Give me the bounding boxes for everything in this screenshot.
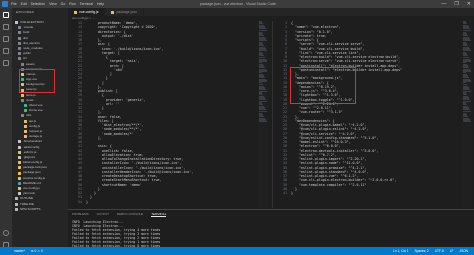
file-tree: VUE-ELECTRON .vscode build dist dist_electro…: [12, 20, 68, 212]
code-text: "vue-template-compiler": "^2.6.11": [291, 182, 367, 187]
menu-item[interactable]: Selection: [31, 0, 45, 8]
status-item[interactable]: Ln 1, Col 1: [393, 247, 408, 255]
code-text: }: [291, 191, 293, 195]
code-line: 41}: [273, 191, 474, 195]
file-icon: [18, 187, 21, 191]
source-control-icon[interactable]: [3, 36, 9, 42]
file-icon: [18, 192, 21, 196]
file-icon: [24, 119, 27, 123]
explorer-header: EXPLORER: [16, 10, 34, 14]
file-icon: [24, 104, 27, 108]
tab-label: package.json: [116, 10, 138, 14]
file-icon: [18, 26, 21, 30]
code-line: 54}: [68, 200, 271, 204]
menu-item[interactable]: Edit: [21, 0, 27, 8]
js-file-icon: [111, 10, 115, 14]
minimap-line: [259, 120, 267, 123]
window-title: package.json - vue-electron - Visual Stu…: [200, 2, 276, 6]
account-icon[interactable]: [3, 230, 9, 236]
file-icon: [21, 114, 24, 118]
minimap-right[interactable]: [462, 21, 472, 208]
highlight-box-tree: [19, 69, 55, 93]
status-item[interactable]: JSON: [459, 247, 468, 255]
file-icon: [18, 140, 21, 144]
file-icon: [18, 166, 21, 170]
tree-item-label: NPM SCRIPTS: [20, 206, 41, 211]
code-text: }: [86, 199, 88, 204]
file-icon: [24, 124, 27, 128]
menu-item[interactable]: Help: [97, 0, 104, 8]
file-icon: [15, 202, 18, 206]
extensions-icon[interactable]: [3, 60, 9, 66]
editor-left-pane[interactable]: 12 productName: 'demo', 13 copyright: 'Co…: [68, 21, 271, 208]
file-icon: [18, 171, 21, 175]
status-bar: master* ⊗ 0 ⚠ 0 Ln 1, Col 1 Spaces: 2 UTF-8…: [0, 247, 474, 255]
file-icon: [21, 62, 24, 66]
file-icon: [18, 176, 21, 180]
js-file-icon: [74, 10, 77, 14]
explorer-icon[interactable]: [3, 12, 9, 18]
tab-label: vue.config.js: [79, 10, 99, 14]
tree-item[interactable]: NPM SCRIPTS: [12, 207, 68, 212]
file-icon: [18, 31, 21, 35]
panel-tabs: PROBLEMS OUTPUT DEBUG CONSOLE TERMINAL: [68, 210, 474, 219]
menu-item[interactable]: Go: [61, 0, 66, 8]
file-icon: [18, 150, 21, 154]
status-item[interactable]: ⊗ 0 ⚠ 0: [31, 247, 43, 255]
panel-tab[interactable]: OUTPUT: [97, 212, 109, 217]
editor-tabs: vue.config.js package.json: [68, 8, 474, 16]
status-item[interactable]: master*: [14, 247, 25, 255]
editor-tab[interactable]: vue.config.js: [68, 8, 106, 16]
file-icon: [18, 47, 21, 51]
line-number: 41: [283, 191, 287, 195]
file-icon: [18, 145, 21, 149]
title-bar: File Edit Selection View Go Run Terminal Help p…: [0, 0, 474, 8]
panel-tab[interactable]: PROBLEMS: [72, 212, 89, 217]
file-icon: [24, 130, 27, 134]
menu-item[interactable]: File: [11, 0, 17, 8]
menu-item[interactable]: View: [49, 0, 57, 8]
bottom-panel: PROBLEMS OUTPUT DEBUG CONSOLE TERMINAL INFO…: [68, 209, 474, 252]
activity-bar: [0, 8, 12, 255]
status-item[interactable]: Spaces: 2: [415, 247, 429, 255]
code-text: ],: [86, 135, 102, 140]
maximize-button[interactable]: ❐: [454, 0, 458, 8]
editor-tab[interactable]: package.json: [105, 8, 145, 16]
file-icon: [24, 109, 27, 113]
editor-right-pane[interactable]: 1{2 "name": "vue-electron", 3 "version": …: [272, 21, 474, 208]
file-icon: [15, 207, 18, 211]
file-icon: [21, 93, 24, 97]
file-icon: [15, 197, 18, 201]
debug-icon[interactable]: [3, 48, 9, 54]
minimap-line: [463, 120, 471, 123]
file-icon: [18, 181, 21, 185]
file-icon: [18, 36, 21, 40]
file-icon: [15, 21, 18, 25]
line-number: 54: [78, 199, 82, 204]
highlight-box-dependencies: [290, 67, 356, 104]
file-icon: [18, 52, 21, 56]
minimap-left[interactable]: [258, 21, 268, 208]
minimize-button[interactable]: —: [441, 0, 446, 8]
menu-item[interactable]: Run: [69, 0, 75, 8]
explorer-sidebar: EXPLORER VUE-ELECTRON .vscode build dist dis…: [12, 8, 68, 247]
file-icon: [21, 98, 24, 102]
menu-item[interactable]: Terminal: [80, 0, 93, 8]
vscode-logo-icon: [2, 1, 8, 7]
panel-tab[interactable]: DEBUG CONSOLE: [117, 212, 143, 217]
file-icon: [18, 155, 21, 159]
close-button[interactable]: ✕: [467, 0, 471, 8]
panel-tab[interactable]: TERMINAL: [151, 212, 167, 217]
window-controls: — ❐ ✕: [441, 0, 471, 8]
status-item[interactable]: UTF-8: [435, 247, 444, 255]
file-icon: [18, 41, 21, 45]
menu-bar: File Edit Selection View Go Run Terminal Help: [11, 0, 104, 8]
file-icon: [24, 135, 27, 139]
status-item[interactable]: LF: [450, 247, 454, 255]
file-icon: [18, 161, 21, 165]
search-icon[interactable]: [3, 24, 9, 30]
file-icon: [18, 57, 21, 61]
